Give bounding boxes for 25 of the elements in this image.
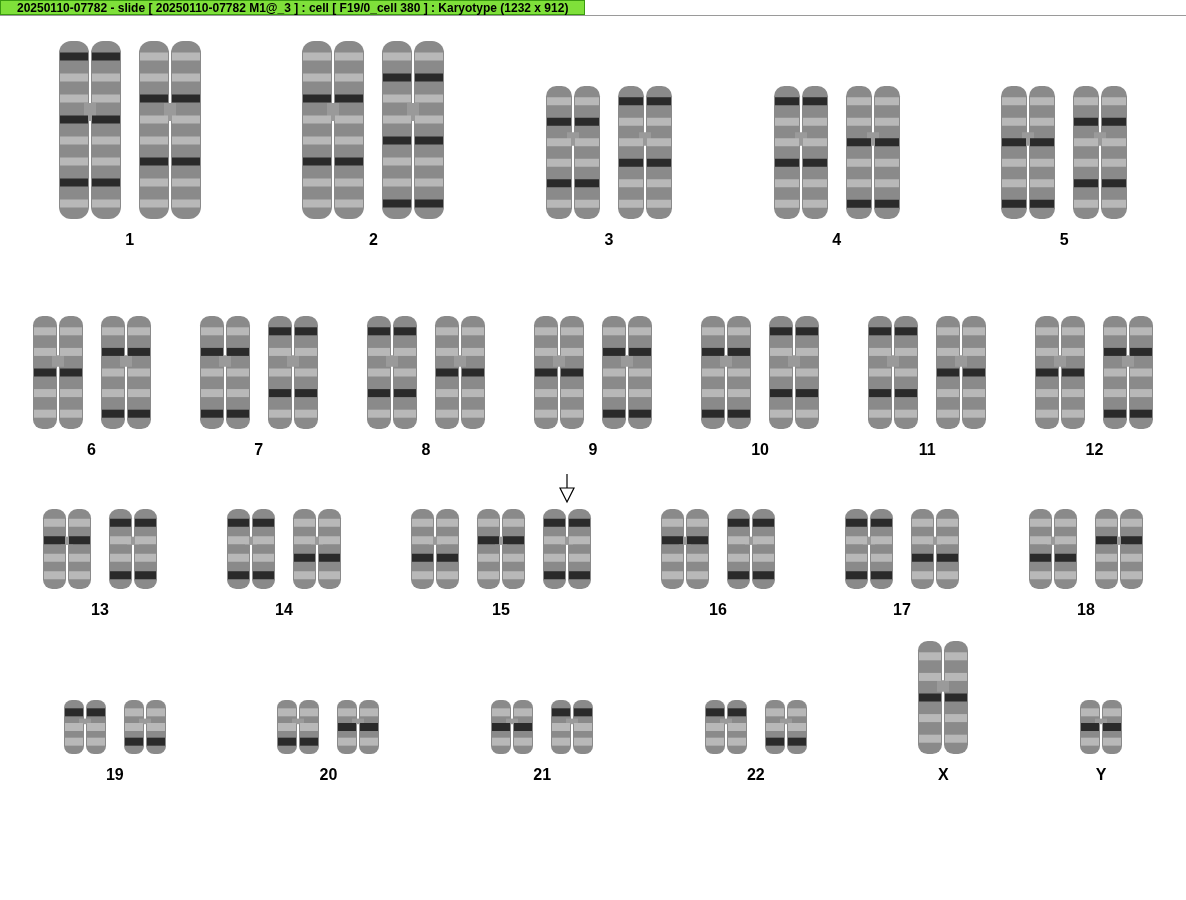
chromosome-label: 9 — [588, 440, 598, 460]
chromosome-label: 2 — [368, 230, 378, 250]
chromosome-label: 14 — [275, 600, 293, 620]
chromosome-label: 4 — [832, 230, 842, 250]
window-title: 20250110-07782 - slide [ 20250110-07782 M1@_3 ] : cell [ F19/0_cell 380 ] : Karyotype (1232 x 912) — [0, 0, 586, 15]
chromosome-label: 12 — [1085, 440, 1104, 460]
chromosome-label: 20 — [319, 765, 338, 785]
chromosome-label: X — [938, 765, 949, 785]
chromosome-label: 15 — [492, 600, 510, 620]
chromosome-label: 7 — [254, 440, 264, 460]
chromosome-label: 1 — [125, 230, 135, 250]
chromosome-label: 18 — [1077, 600, 1095, 620]
chromosome-label: 11 — [918, 440, 936, 460]
chromosome-label: 17 — [893, 600, 911, 620]
chromosome-label: 19 — [105, 765, 124, 785]
chromosome-label: 21 — [533, 765, 552, 785]
chromosome-label: 10 — [751, 440, 769, 460]
chromosome-label: 3 — [604, 230, 614, 250]
chromosome-label: 13 — [91, 600, 109, 620]
chromosome-label: 16 — [709, 600, 727, 620]
chromosome-label: 6 — [87, 440, 96, 460]
chromosome-label: 22 — [746, 765, 765, 785]
chromosome-label: Y — [1095, 765, 1107, 785]
chromosome-label: 5 — [1059, 230, 1069, 250]
chromosome-label: 8 — [421, 440, 431, 460]
